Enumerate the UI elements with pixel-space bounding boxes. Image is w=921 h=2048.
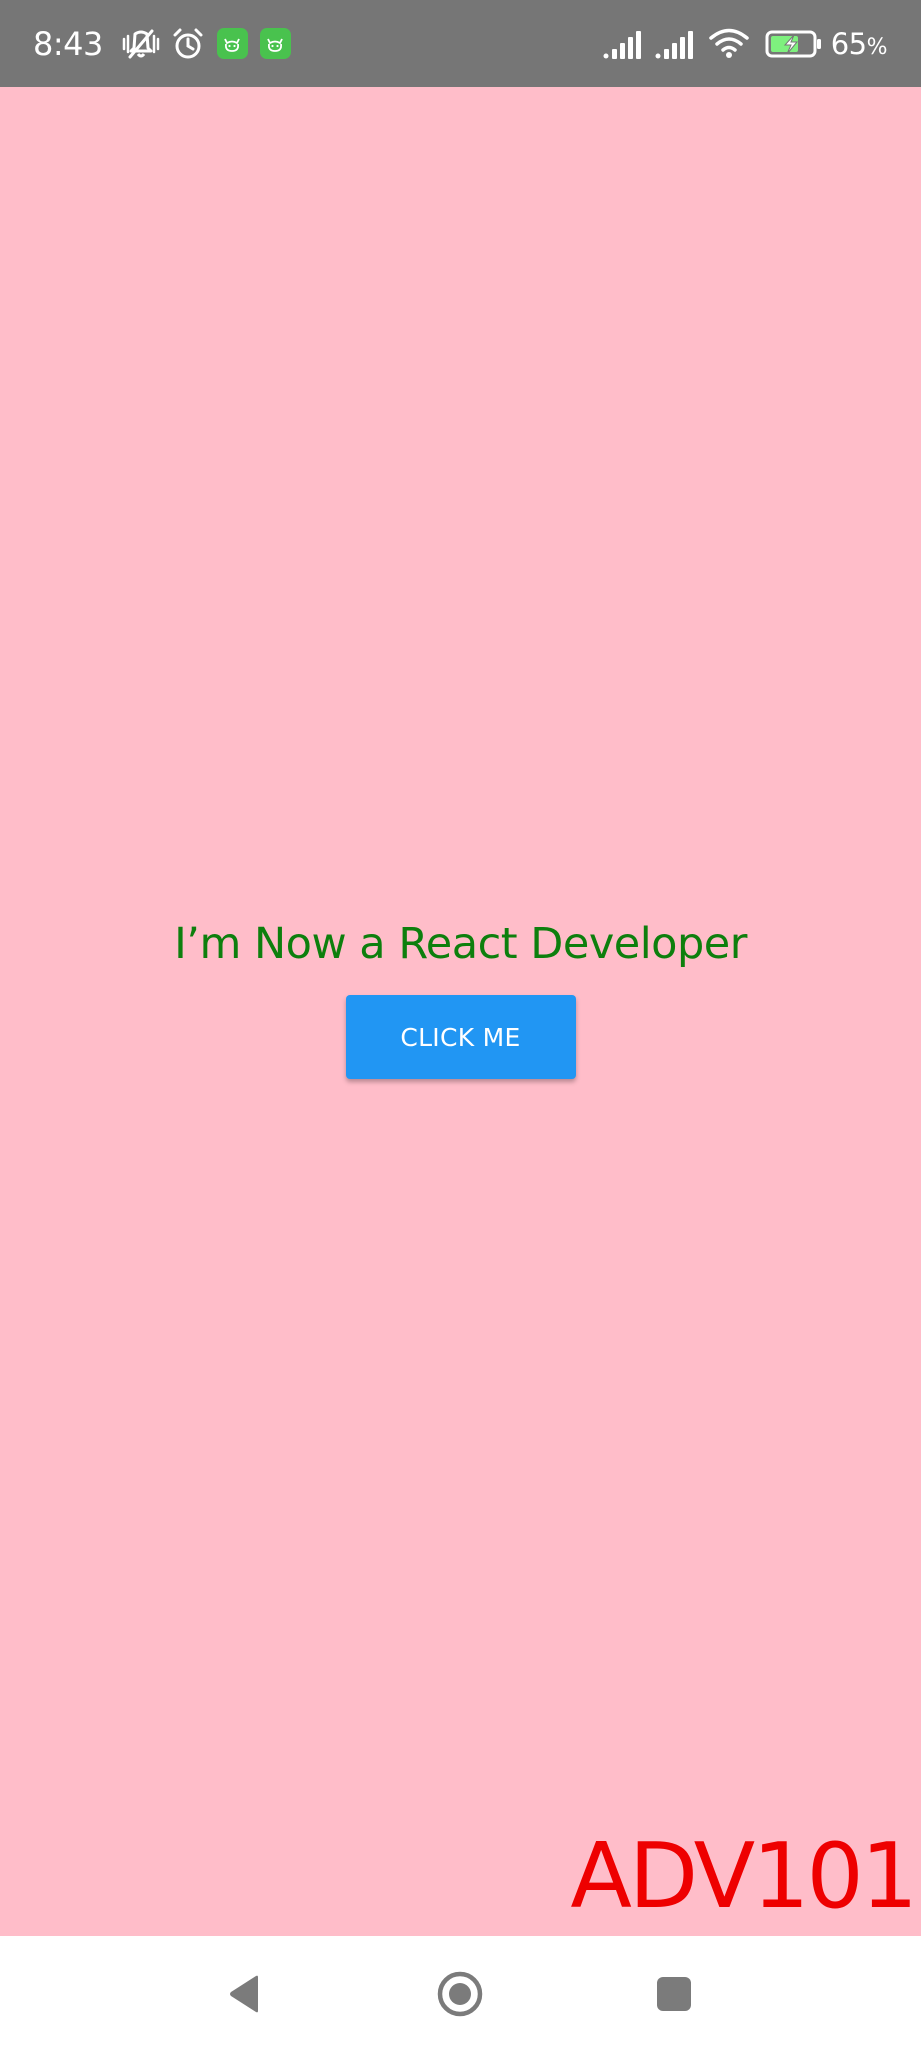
alarm-clock-icon — [171, 27, 205, 61]
watermark-text: ADV101 — [570, 1824, 918, 1929]
app-content: I’m Now a React Developer CLICK ME — [0, 915, 921, 1079]
recents-button[interactable] — [644, 1964, 704, 2024]
click-me-button[interactable]: CLICK ME — [345, 995, 576, 1079]
status-right-group: 65% — [603, 0, 888, 87]
back-triangle-icon — [227, 1974, 263, 2014]
headline-text: I’m Now a React Developer — [174, 919, 747, 969]
status-bar: 8:43 65% — [0, 0, 921, 87]
back-button[interactable] — [215, 1964, 275, 2024]
app-notification-icon — [216, 28, 248, 59]
home-button[interactable] — [430, 1964, 490, 2024]
app-notification-icon — [259, 28, 291, 59]
battery-charging-icon — [765, 29, 823, 59]
signal-strength-icon — [655, 29, 697, 59]
silent-vibrate-icon — [121, 26, 161, 62]
battery-value: 65 — [830, 26, 867, 61]
recents-square-icon — [656, 1976, 692, 2012]
status-time: 8:43 — [33, 24, 103, 63]
navigation-bar — [0, 1936, 921, 2048]
app-screen: I’m Now a React Developer CLICK ME ADV10… — [0, 87, 921, 1936]
signal-strength-icon — [603, 29, 645, 59]
battery-percentage: 65% — [830, 26, 888, 61]
home-circle-icon — [436, 1970, 484, 2018]
battery-unit: % — [866, 34, 888, 60]
wifi-icon — [708, 28, 749, 60]
status-left-group: 8:43 — [33, 0, 291, 87]
